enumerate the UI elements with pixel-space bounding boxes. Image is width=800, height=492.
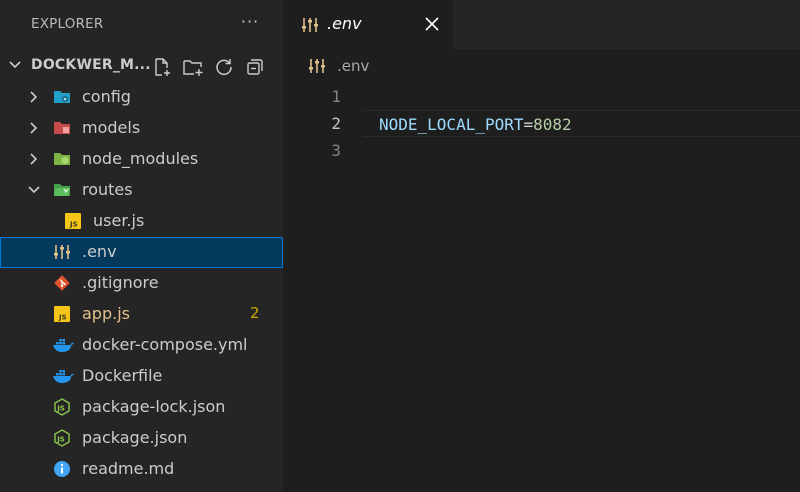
info-icon — [54, 461, 70, 477]
tree-item-env[interactable]: .env — [0, 237, 283, 268]
line-number-gutter: 1 2 3 — [283, 83, 363, 164]
workspace-folder-header[interactable]: DOCKWER_M... — [0, 50, 283, 82]
tab-env[interactable]: .env — [283, 0, 453, 49]
tree-item-models[interactable]: models — [0, 113, 283, 144]
svg-text:JS: JS — [56, 436, 65, 444]
node-json-icon: JS — [54, 398, 70, 416]
tree-item-app-js[interactable]: JS app.js 2 — [0, 299, 283, 330]
folder-routes-icon — [54, 184, 70, 196]
collapse-all-icon[interactable] — [243, 55, 267, 79]
settings-file-icon — [302, 18, 318, 32]
refresh-icon[interactable] — [212, 55, 236, 79]
workspace-folder-name: DOCKWER_M... — [31, 57, 151, 73]
tree-item-config[interactable]: config — [0, 82, 283, 113]
breadcrumb-item-env[interactable]: .env — [337, 57, 369, 75]
tree-item-gitignore[interactable]: .gitignore — [0, 268, 283, 299]
line-number: 3 — [331, 141, 341, 160]
svg-text:JS: JS — [58, 314, 67, 322]
new-file-icon[interactable] — [150, 55, 174, 79]
file-tree: config models node_modules routes JS use… — [0, 82, 283, 485]
code-line-current: NODE_LOCAL_PORT=8082 — [363, 110, 800, 137]
tree-item-readme[interactable]: readme.md — [0, 454, 283, 485]
chevron-down-icon — [28, 186, 40, 194]
node-json-icon: JS — [54, 429, 70, 447]
tree-item-user-js[interactable]: JS user.js — [0, 206, 283, 237]
editor-tab-bar: .env — [283, 0, 800, 49]
svg-text:JS: JS — [56, 405, 65, 413]
env-value: 8082 — [533, 115, 572, 134]
line-number: 2 — [331, 114, 341, 133]
tree-item-package-lock[interactable]: JS package-lock.json — [0, 392, 283, 423]
chevron-right-icon — [30, 91, 38, 103]
more-actions-icon[interactable]: ··· — [238, 12, 262, 32]
new-folder-icon[interactable] — [181, 55, 205, 79]
tab-label: .env — [327, 14, 362, 33]
js-file-icon: JS — [65, 213, 81, 229]
folder-node-icon — [54, 153, 70, 165]
folder-models-icon — [54, 122, 70, 134]
env-equals: = — [523, 115, 534, 134]
tree-item-dockerfile[interactable]: Dockerfile — [0, 361, 283, 392]
svg-text:JS: JS — [69, 221, 78, 229]
chevron-down-icon — [9, 61, 21, 69]
docker-icon — [53, 339, 74, 352]
problems-badge: 2 — [250, 304, 260, 322]
line-number: 1 — [331, 87, 341, 106]
folder-config-icon — [54, 91, 70, 103]
explorer-sidebar: EXPLORER ··· DOCKWER_M... config models … — [0, 0, 283, 492]
docker-icon — [53, 370, 74, 383]
code-editor[interactable]: NODE_LOCAL_PORT=8082 — [363, 83, 800, 164]
chevron-right-icon — [30, 153, 38, 165]
js-file-icon: JS — [54, 306, 70, 322]
settings-file-icon — [54, 245, 70, 259]
breadcrumb: .env — [283, 49, 800, 83]
tree-item-package-json[interactable]: JS package.json — [0, 423, 283, 454]
settings-file-icon — [309, 59, 325, 73]
tree-item-docker-compose[interactable]: docker-compose.yml — [0, 330, 283, 361]
tree-item-node-modules[interactable]: node_modules — [0, 144, 283, 175]
close-icon[interactable] — [423, 15, 441, 33]
explorer-title: EXPLORER — [31, 16, 104, 32]
git-icon — [54, 275, 70, 291]
chevron-right-icon — [30, 122, 38, 134]
env-key: NODE_LOCAL_PORT — [379, 115, 524, 134]
tree-item-routes[interactable]: routes — [0, 175, 283, 206]
